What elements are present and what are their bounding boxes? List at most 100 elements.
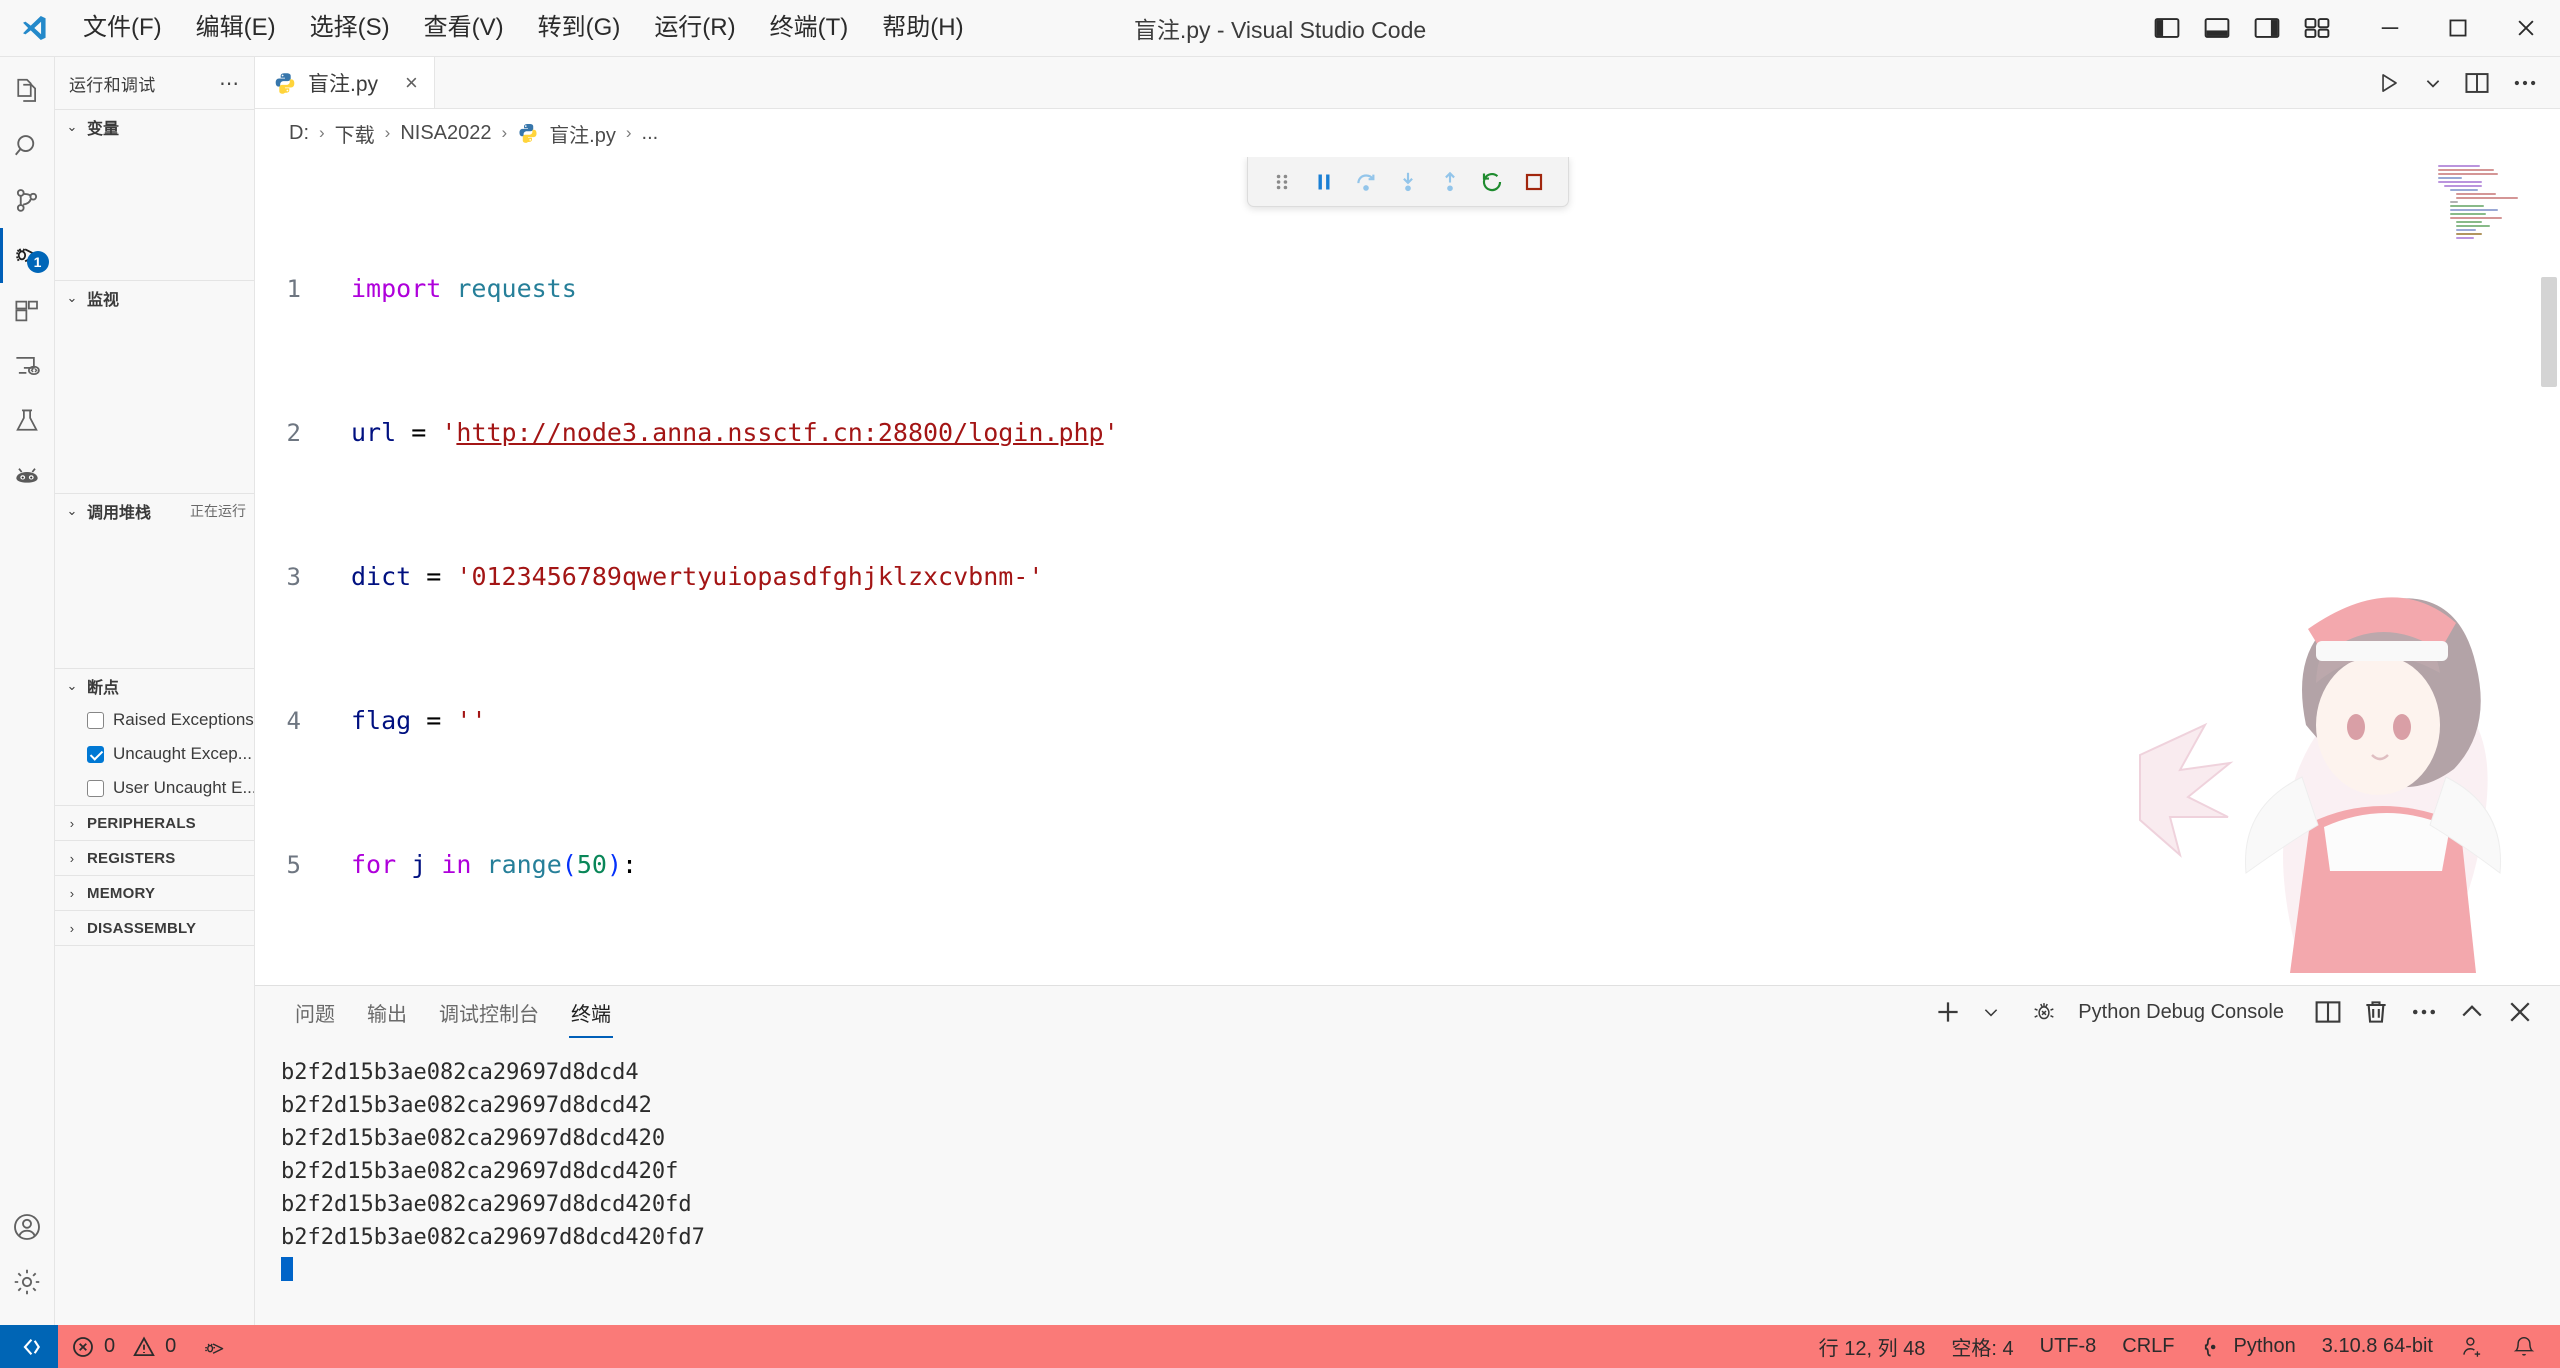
editor-group: 盲注.py × D: › 下载 › NISA2022 › 盲注.py › ...… — [255, 57, 2560, 1325]
breadcrumb-item-symbol[interactable]: ... — [642, 122, 659, 145]
customize-layout-icon[interactable] — [2304, 15, 2330, 41]
checkbox[interactable] — [87, 711, 104, 729]
trash-icon[interactable] — [2362, 998, 2390, 1026]
tab-debug-console[interactable]: 调试控制台 — [423, 986, 555, 1038]
tab-terminal[interactable]: 终端 — [555, 986, 627, 1038]
status-encoding[interactable]: UTF-8 — [2027, 1325, 2110, 1368]
section-memory-header[interactable]: › MEMORY — [55, 876, 254, 910]
play-icon[interactable] — [2376, 70, 2402, 96]
window-maximize-button[interactable] — [2424, 0, 2492, 57]
step-over-icon[interactable] — [1345, 161, 1387, 203]
breadcrumb-item-drive[interactable]: D: — [289, 122, 309, 145]
breadcrumb[interactable]: D: › 下载 › NISA2022 › 盲注.py › ... — [255, 109, 2560, 157]
code-line[interactable]: 3 dict = '0123456789qwertyuiopasdfghjklz… — [255, 559, 2560, 595]
menu-run[interactable]: 运行(R) — [637, 9, 752, 47]
step-into-icon[interactable] — [1387, 161, 1429, 203]
pause-icon[interactable] — [1303, 161, 1345, 203]
restart-icon[interactable] — [1471, 161, 1513, 203]
section-variables-header[interactable]: ⌄ 变量 — [55, 110, 254, 144]
window-minimize-button[interactable] — [2356, 0, 2424, 57]
status-python-interpreter[interactable]: 3.10.8 64-bit — [2309, 1325, 2446, 1368]
menu-file[interactable]: 文件(F) — [66, 9, 179, 47]
editor-scrollbar[interactable] — [2538, 157, 2560, 985]
terminal-cursor — [281, 1257, 293, 1281]
breadcrumb-item-folder-2[interactable]: NISA2022 — [400, 122, 491, 145]
checkbox[interactable] — [87, 779, 104, 797]
chevron-up-icon[interactable] — [2458, 998, 2486, 1026]
terminal-output[interactable]: b2f2d15b3ae082ca29697d8dcd4 b2f2d15b3ae0… — [255, 1038, 2560, 1325]
feedback-icon[interactable] — [2446, 1325, 2498, 1368]
chevron-down-icon: ⌄ — [66, 290, 78, 305]
ellipsis-icon[interactable] — [2512, 70, 2538, 96]
section-registers-header[interactable]: › REGISTERS — [55, 841, 254, 875]
sidebar-item-testing[interactable] — [0, 393, 55, 448]
chevron-down-icon[interactable] — [1982, 1003, 2000, 1021]
sidebar-item-explorer[interactable] — [0, 63, 55, 118]
toggle-secondary-sidebar-icon[interactable] — [2254, 15, 2280, 41]
sidebar-more-icon[interactable]: ⋯ — [219, 71, 240, 96]
gear-icon[interactable] — [0, 1254, 55, 1309]
breadcrumb-item-folder-1[interactable]: 下载 — [335, 119, 375, 148]
debug-toolbar[interactable] — [1246, 157, 1569, 207]
code-line[interactable]: 1 import requests — [255, 271, 2560, 307]
split-editor-icon[interactable] — [2464, 70, 2490, 96]
ellipsis-icon[interactable] — [2410, 998, 2438, 1026]
status-cursor-position[interactable]: 行 12, 列 48 — [1806, 1325, 1939, 1368]
section-watch-header[interactable]: ⌄ 监视 — [55, 281, 254, 315]
sidebar-item-ant-tool[interactable] — [0, 448, 55, 503]
status-eol[interactable]: CRLF — [2109, 1325, 2187, 1368]
code-line[interactable]: 5 for j in range(50): — [255, 847, 2560, 883]
sidebar-item-remote-explorer[interactable] — [0, 338, 55, 393]
status-debug-icon[interactable] — [189, 1325, 241, 1368]
step-out-icon[interactable] — [1429, 161, 1471, 203]
toggle-panel-icon[interactable] — [2204, 15, 2230, 41]
title-bar: 文件(F) 编辑(E) 选择(S) 查看(V) 转到(G) 运行(R) 终端(T… — [0, 0, 2560, 57]
terminal-shell-label[interactable]: Python Debug Console — [2078, 1001, 2284, 1024]
code-content[interactable]: 1 import requests 2 url = 'http://node3.… — [255, 157, 2560, 985]
chevron-down-icon[interactable] — [2424, 74, 2442, 92]
toggle-primary-sidebar-icon[interactable] — [2154, 15, 2180, 41]
close-icon[interactable] — [2506, 998, 2534, 1026]
menu-view[interactable]: 查看(V) — [407, 9, 521, 47]
tab-mangzhu-py[interactable]: 盲注.py × — [255, 57, 435, 108]
breakpoint-uncaught-exceptions[interactable]: Uncaught Excep... — [55, 737, 254, 771]
split-terminal-icon[interactable] — [2314, 998, 2342, 1026]
section-peripherals-header[interactable]: › PERIPHERALS — [55, 806, 254, 840]
menu-terminal[interactable]: 终端(T) — [753, 9, 866, 47]
sidebar-item-source-control[interactable] — [0, 173, 55, 228]
accounts-icon[interactable] — [0, 1199, 55, 1254]
section-breakpoints-header[interactable]: ⌄ 断点 — [55, 669, 254, 703]
status-indentation[interactable]: 空格: 4 — [1938, 1325, 2026, 1368]
section-disassembly-header[interactable]: › DISASSEMBLY — [55, 911, 254, 945]
window-close-button[interactable] — [2492, 0, 2560, 57]
menu-help[interactable]: 帮助(H) — [865, 9, 980, 47]
menu-edit[interactable]: 编辑(E) — [179, 9, 293, 47]
breakpoint-user-uncaught-exceptions[interactable]: User Uncaught E... — [55, 771, 254, 805]
remote-indicator-icon[interactable] — [0, 1325, 58, 1368]
status-language-mode[interactable]: Python — [2188, 1325, 2309, 1368]
menu-bar[interactable]: 文件(F) 编辑(E) 选择(S) 查看(V) 转到(G) 运行(R) 终端(T… — [66, 9, 981, 47]
tab-output[interactable]: 输出 — [351, 986, 423, 1038]
status-errors-warnings[interactable]: 0 0 — [58, 1325, 189, 1368]
sidebar-item-search[interactable] — [0, 118, 55, 173]
sidebar-item-run-and-debug[interactable]: 1 — [0, 228, 55, 283]
code-editor[interactable]: 1 import requests 2 url = 'http://node3.… — [255, 157, 2560, 985]
section-registers-label: REGISTERS — [87, 849, 176, 867]
menu-go[interactable]: 转到(G) — [521, 9, 638, 47]
scrollbar-thumb[interactable] — [2541, 277, 2557, 387]
breadcrumb-item-file[interactable]: 盲注.py — [549, 119, 616, 148]
menu-select[interactable]: 选择(S) — [293, 9, 407, 47]
checkbox[interactable] — [87, 745, 104, 763]
code-line[interactable]: 2 url = 'http://node3.anna.nssctf.cn:288… — [255, 415, 2560, 451]
bell-icon[interactable] — [2498, 1325, 2550, 1368]
sidebar-item-extensions[interactable] — [0, 283, 55, 338]
code-line[interactable]: 4 flag = '' — [255, 703, 2560, 739]
plus-icon[interactable] — [1934, 998, 1962, 1026]
section-call-stack-header[interactable]: ⌄ 调用堆栈 正在运行 — [55, 494, 254, 528]
grip-icon[interactable] — [1261, 161, 1303, 203]
line-number: 3 — [286, 563, 301, 591]
stop-icon[interactable] — [1513, 161, 1555, 203]
tab-problems[interactable]: 问题 — [279, 986, 351, 1038]
breakpoint-raised-exceptions[interactable]: Raised Exceptions — [55, 703, 254, 737]
close-icon[interactable]: × — [405, 70, 418, 96]
